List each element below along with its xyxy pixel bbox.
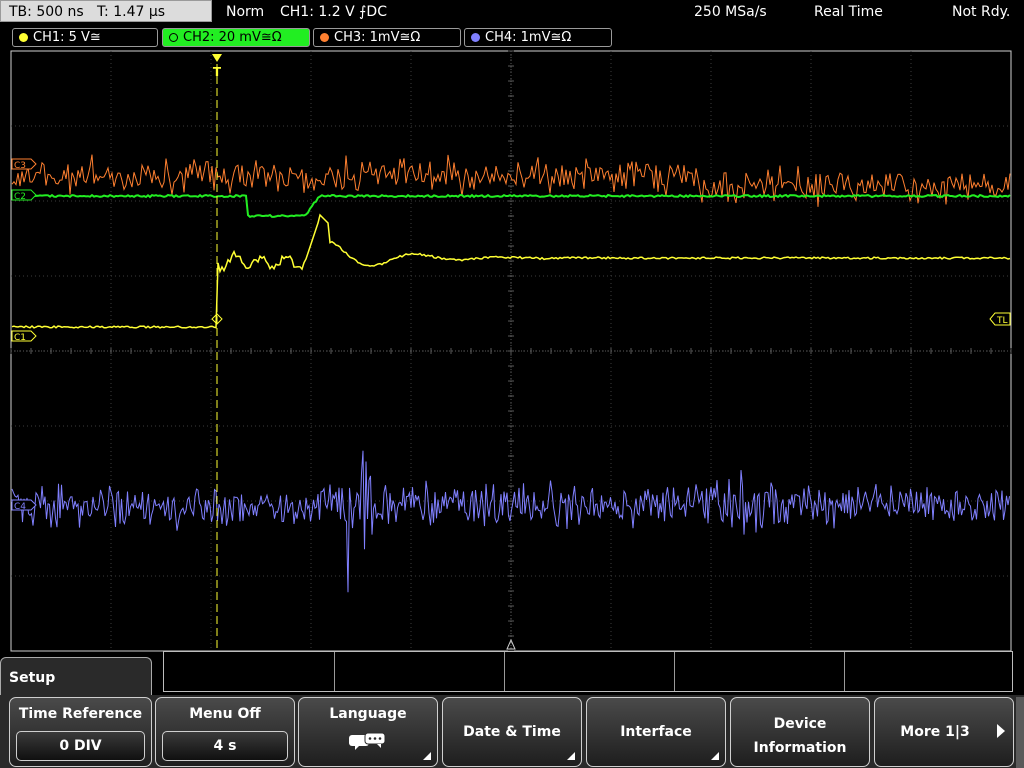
side-scroll-strip bbox=[1016, 697, 1024, 768]
record-overview-bar[interactable] bbox=[163, 651, 1013, 692]
interface-softkey[interactable]: Interface bbox=[586, 697, 726, 767]
overview-tick bbox=[844, 652, 845, 691]
menu-off-value[interactable]: 4 s bbox=[162, 731, 288, 761]
submenu-indicator-icon bbox=[567, 752, 575, 760]
more-softkey[interactable]: More 1|3 bbox=[874, 697, 1014, 767]
time-reference-label: Time Reference bbox=[18, 706, 143, 722]
overview-tick bbox=[334, 652, 335, 691]
language-softkey[interactable]: Language bbox=[298, 697, 438, 767]
setup-menu-title: Setup bbox=[0, 657, 152, 695]
device-information-line2: Information bbox=[753, 740, 847, 756]
language-label: Language bbox=[329, 706, 407, 722]
trigger-level-label: TL bbox=[996, 316, 1008, 326]
arrow-right-icon bbox=[997, 724, 1005, 738]
device-information-line1: Device bbox=[773, 716, 827, 732]
channel-1-marker-label: C1 bbox=[14, 333, 26, 343]
time-reference-value[interactable]: 0 DIV bbox=[16, 731, 145, 761]
interface-label: Interface bbox=[620, 724, 692, 740]
more-label: More 1|3 bbox=[900, 724, 970, 740]
time-reference-softkey[interactable]: Time Reference 0 DIV bbox=[9, 697, 152, 767]
menu-off-softkey[interactable]: Menu Off 4 s bbox=[155, 697, 295, 767]
channel-2-marker-label: C2 bbox=[14, 192, 26, 202]
submenu-indicator-icon bbox=[711, 752, 719, 760]
speech-bubbles-icon bbox=[349, 732, 386, 750]
channel-3-marker-label: C3 bbox=[14, 161, 26, 171]
device-information-label: Device Information bbox=[731, 712, 869, 760]
menu-off-label: Menu Off bbox=[189, 706, 261, 722]
overview-tick bbox=[674, 652, 675, 691]
channel-4-marker-label: C4 bbox=[14, 502, 26, 512]
submenu-indicator-icon bbox=[423, 752, 431, 760]
date-time-label: Date & Time bbox=[463, 724, 561, 740]
trigger-position-label: T bbox=[213, 65, 222, 79]
overview-tick bbox=[504, 652, 505, 691]
device-information-softkey[interactable]: Device Information bbox=[730, 697, 870, 767]
date-time-softkey[interactable]: Date & Time bbox=[442, 697, 582, 767]
waveform-display[interactable]: T C3 C2 C1 C4 TL bbox=[0, 0, 1024, 660]
